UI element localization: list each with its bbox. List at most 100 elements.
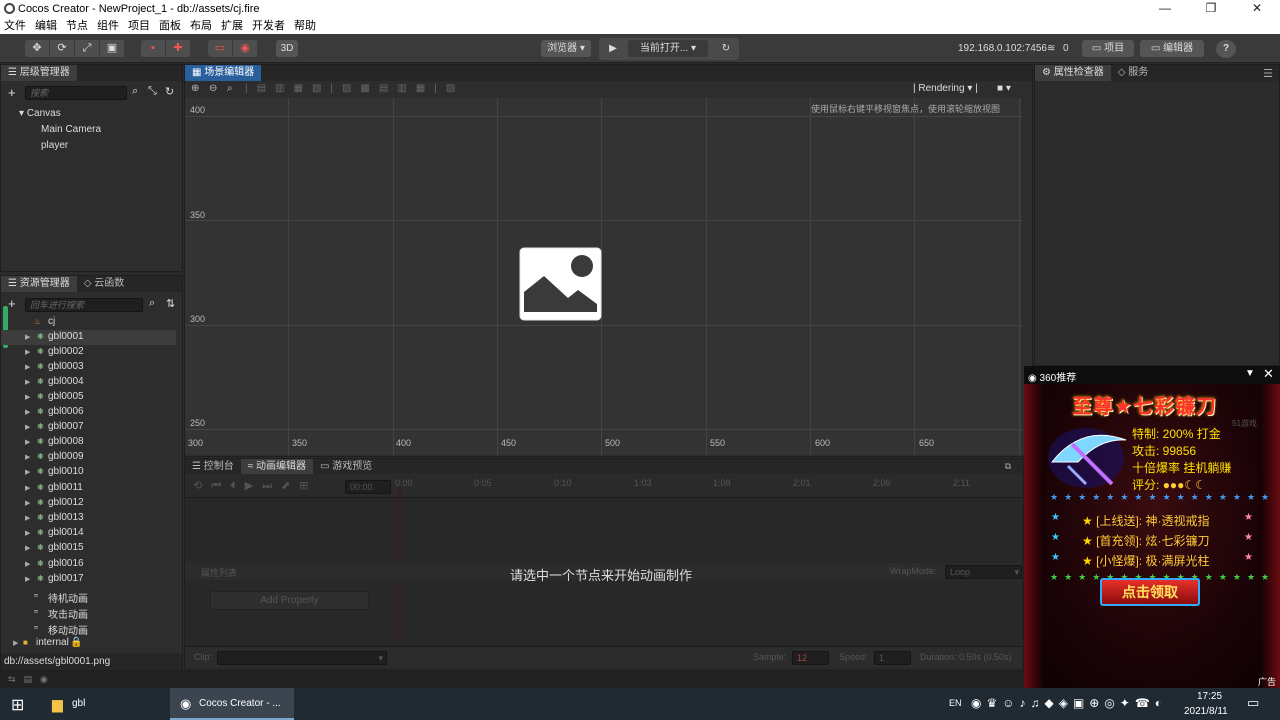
ad-close-icon[interactable]: ✕ bbox=[1263, 366, 1274, 382]
asset-item-cj[interactable]: ♨ cj bbox=[1, 315, 176, 330]
3d-toggle-button[interactable]: 3D bbox=[276, 40, 298, 57]
menu-panel[interactable]: 面板 bbox=[159, 18, 181, 34]
add-asset-icon[interactable]: + bbox=[8, 296, 16, 311]
menu-node[interactable]: 节点 bbox=[66, 18, 88, 34]
asset-item-idle-anim[interactable]: ≈ 待机动画 bbox=[1, 589, 176, 605]
search-icon[interactable]: ⌕ bbox=[132, 85, 138, 98]
sample-input[interactable]: 12 bbox=[792, 651, 829, 665]
tab-cloud-functions[interactable]: ◇ 云函数 bbox=[77, 276, 131, 292]
asset-item-gbl0007[interactable]: ▶ ❋ gbl0007 bbox=[1, 420, 176, 435]
asset-search-input[interactable]: 回车进行搜索 bbox=[25, 298, 143, 312]
asset-item-gbl0011[interactable]: ▶ ❋ gbl0011 bbox=[1, 481, 176, 496]
rendering-select[interactable]: | Rendering ▾ | bbox=[913, 83, 978, 94]
tab-animation-editor[interactable]: ≈ 动画编辑器 bbox=[240, 459, 314, 475]
asset-item-gbl0013[interactable]: ▶ ❋ gbl0013 bbox=[1, 511, 176, 526]
align-tools[interactable]: |▤▥▦▧|▨▩▤▥▦|▧ bbox=[245, 83, 464, 94]
asset-item-gbl0004[interactable]: ▶ ❋ gbl0004 bbox=[1, 375, 176, 390]
clock-time: 17:25 bbox=[1197, 691, 1223, 702]
asset-item-gbl0009[interactable]: ▶ ❋ gbl0009 bbox=[1, 450, 176, 465]
editor-button[interactable]: ▭ 编辑器 bbox=[1140, 40, 1204, 57]
gizmo-icon[interactable]: ◉ bbox=[233, 40, 258, 57]
popout-icon[interactable]: ⧉ bbox=[1005, 461, 1011, 472]
anim-time-input[interactable]: 00:00 bbox=[345, 480, 391, 494]
asset-item-gbl0017[interactable]: ▶ ❋ gbl0017 bbox=[1, 572, 176, 587]
scene-select[interactable]: 当前打开... ▾ bbox=[628, 40, 708, 57]
rect-tool-icon[interactable]: ▣ bbox=[100, 40, 125, 57]
help-button[interactable]: ? bbox=[1216, 40, 1236, 58]
local-icon[interactable]: ✚ bbox=[166, 40, 191, 57]
asset-item-gbl0010[interactable]: ▶ ❋ gbl0010 bbox=[1, 465, 176, 480]
tree-node-canvas[interactable]: ▾ Canvas bbox=[19, 108, 61, 119]
anim-controls[interactable]: ⟲⏮⏴▶⏭⬈⊞ bbox=[193, 479, 317, 493]
snap-icon[interactable]: ▭ bbox=[208, 40, 233, 57]
asset-item-gbl0003[interactable]: ▶ ❋ gbl0003 bbox=[1, 360, 176, 375]
play-icon[interactable]: ▶ bbox=[603, 40, 623, 57]
asset-item-internal[interactable]: ▶ ■ internal 🔒 bbox=[1, 636, 176, 651]
asset-item-attack-anim[interactable]: ≈ 攻击动画 bbox=[1, 605, 176, 621]
zoom-reset-icon[interactable]: ⌕ bbox=[227, 83, 233, 94]
move-tool-icon[interactable]: ✥ bbox=[25, 40, 50, 57]
tab-inspector[interactable]: ⚙ 属性检查器 bbox=[1035, 65, 1111, 81]
asset-item-gbl0014[interactable]: ▶ ❋ gbl0014 bbox=[1, 526, 176, 541]
camera-icon[interactable]: ■ ▾ bbox=[997, 83, 1011, 94]
windows-start-icon[interactable]: ⊞ bbox=[11, 695, 24, 715]
tab-assets[interactable]: ☰ 资源管理器 bbox=[1, 276, 77, 292]
tab-hierarchy[interactable]: ☰ 层级管理器 bbox=[1, 65, 77, 81]
browser-select[interactable]: 浏览器 ▾ bbox=[541, 40, 591, 57]
wrapmode-select[interactable]: Loop ▾ bbox=[945, 565, 1022, 579]
tab-services[interactable]: ◇ 服务 bbox=[1111, 65, 1155, 81]
add-property-button[interactable]: Add Property bbox=[210, 591, 369, 610]
menu-edit[interactable]: 编辑 bbox=[35, 18, 57, 34]
asset-search-icon[interactable]: ⌕ bbox=[149, 297, 155, 310]
ad-menu-icon[interactable]: ▼ bbox=[1245, 368, 1255, 379]
asset-label: internal bbox=[36, 637, 69, 648]
asset-item-gbl0005[interactable]: ▶ ❋ gbl0005 bbox=[1, 390, 176, 405]
clip-select[interactable]: ▾ bbox=[217, 651, 387, 665]
pivot-icon[interactable]: ▪ bbox=[141, 40, 166, 57]
taskbar-cocos[interactable]: ◉ Cocos Creator - ... bbox=[170, 688, 294, 720]
menu-help[interactable]: 帮助 bbox=[294, 18, 316, 34]
asset-item-gbl0008[interactable]: ▶ ❋ gbl0008 bbox=[1, 435, 176, 450]
hierarchy-search-input[interactable]: 搜索 bbox=[25, 86, 127, 100]
asset-item-gbl0015[interactable]: ▶ ❋ gbl0015 bbox=[1, 541, 176, 556]
claim-button[interactable]: 点击领取 bbox=[1100, 578, 1200, 606]
menu-extension[interactable]: 扩展 bbox=[221, 18, 243, 34]
tab-game-preview[interactable]: ▭ 游戏预览 bbox=[313, 459, 379, 475]
close-window-button[interactable]: ✕ bbox=[1234, 0, 1280, 18]
asset-item-gbl0016[interactable]: ▶ ❋ gbl0016 bbox=[1, 557, 176, 572]
notification-icon[interactable]: ▭ bbox=[1247, 695, 1259, 711]
locate-icon[interactable]: ⤡ bbox=[148, 85, 157, 98]
asset-item-move-anim[interactable]: ≈ 移动动画 bbox=[1, 621, 176, 637]
project-button[interactable]: ▭ 项目 bbox=[1082, 40, 1134, 57]
tree-node-main-camera[interactable]: Main Camera bbox=[41, 124, 101, 135]
tray-icons[interactable]: ◉♛☺♪♫◆◈▣⊕◎✦☎◐ bbox=[971, 696, 1167, 710]
scene-viewport[interactable]: 400 350 300 250 300 350 400 450 500 550 … bbox=[185, 98, 1022, 455]
zoom-in-icon[interactable]: ⊕ bbox=[191, 83, 199, 94]
asset-item-gbl0002[interactable]: ▶ ❋ gbl0002 bbox=[1, 345, 176, 360]
status-icons[interactable]: ⇆▤◉ bbox=[8, 674, 56, 685]
zoom-out-icon[interactable]: ⊖ bbox=[209, 83, 217, 94]
menu-component[interactable]: 组件 bbox=[97, 18, 119, 34]
panel-menu-icon[interactable]: ☰ bbox=[1263, 67, 1273, 80]
asset-item-gbl0001[interactable]: ▶ ❋ gbl0001 bbox=[1, 330, 176, 345]
asset-item-gbl0006[interactable]: ▶ ❋ gbl0006 bbox=[1, 405, 176, 420]
menu-project[interactable]: 项目 bbox=[128, 18, 150, 34]
scale-tool-icon[interactable]: ⤢ bbox=[75, 40, 100, 57]
menu-file[interactable]: 文件 bbox=[4, 18, 26, 34]
add-node-icon[interactable]: + bbox=[8, 85, 16, 100]
speed-input[interactable]: 1 bbox=[874, 651, 911, 665]
tab-scene-editor[interactable]: ▦ 场景编辑器 bbox=[185, 65, 262, 81]
sort-icon[interactable]: ⇅ bbox=[166, 297, 175, 310]
menu-developer[interactable]: 开发者 bbox=[252, 18, 285, 34]
taskbar-folder[interactable]: ▆ gbl bbox=[42, 688, 166, 720]
minimize-button[interactable]: — bbox=[1142, 0, 1188, 18]
maximize-button[interactable]: ❐ bbox=[1188, 0, 1234, 18]
refresh-icon[interactable]: ↻ bbox=[716, 40, 736, 57]
menu-layout[interactable]: 布局 bbox=[190, 18, 212, 34]
asset-item-gbl0012[interactable]: ▶ ❋ gbl0012 bbox=[1, 496, 176, 511]
tree-node-player[interactable]: player bbox=[41, 140, 68, 151]
rotate-tool-icon[interactable]: ⟳ bbox=[50, 40, 75, 57]
refresh-hierarchy-icon[interactable]: ↻ bbox=[165, 85, 174, 98]
tab-console[interactable]: ☰ 控制台 bbox=[185, 459, 241, 475]
ime-indicator[interactable]: EN bbox=[949, 698, 962, 708]
